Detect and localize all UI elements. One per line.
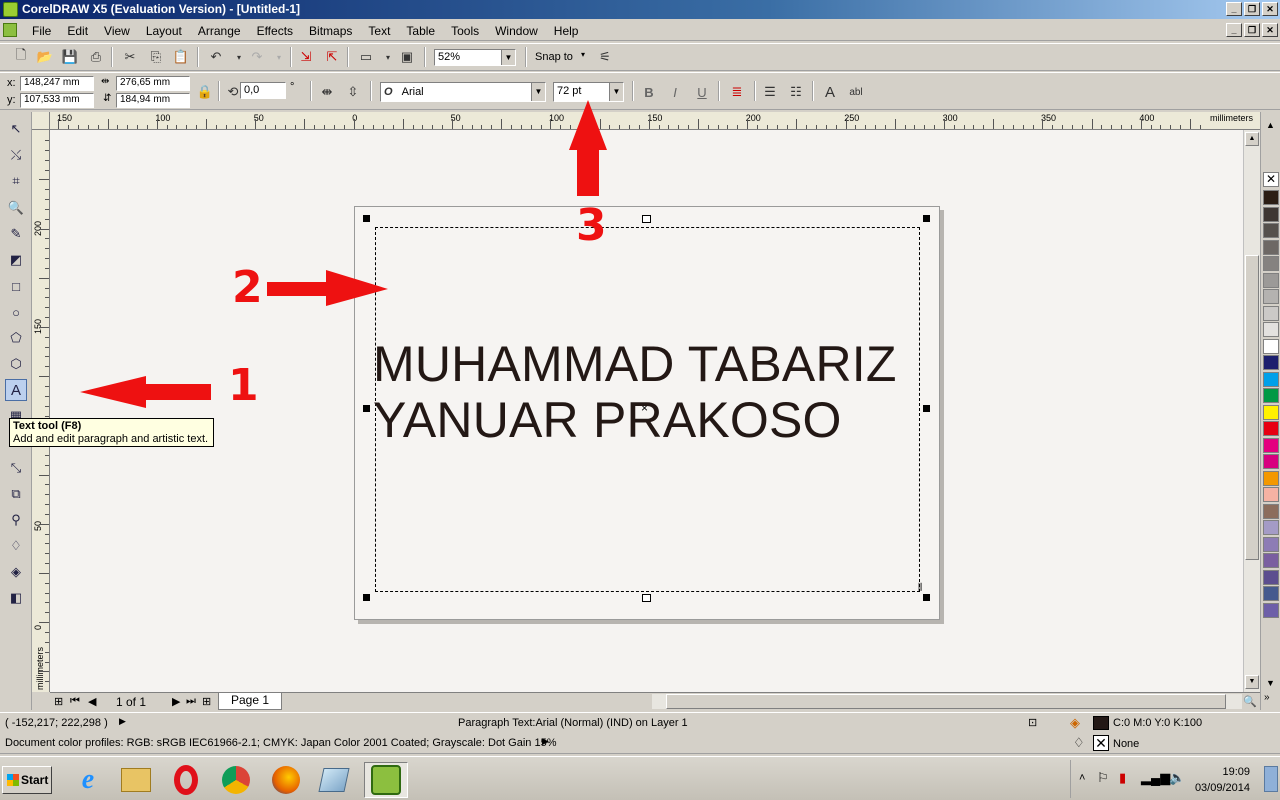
color-swatch[interactable]	[1263, 470, 1279, 486]
start-label: Start	[21, 773, 49, 787]
color-swatch[interactable]	[1263, 256, 1279, 271]
color-swatch[interactable]	[1263, 520, 1279, 535]
color-swatch[interactable]	[1263, 553, 1279, 568]
snap-icon[interactable]: ⊡	[1028, 716, 1037, 729]
coreldraw-taskbar-icon[interactable]	[364, 762, 408, 798]
system-tray: ˄ ⚐ ▮ ▂▄▆ 🔈 19:09 03/09/2014	[1070, 760, 1280, 798]
last-page-icon[interactable]: ⏭	[186, 695, 196, 708]
windows-logo-icon	[7, 774, 19, 786]
color-swatch[interactable]	[1263, 388, 1279, 403]
page-1-tab[interactable]: Page 1	[218, 693, 282, 710]
no-color-swatch[interactable]: ✕	[1263, 172, 1279, 187]
network-signal-icon[interactable]: ▂▄▆	[1141, 770, 1170, 786]
color-swatch[interactable]	[1263, 355, 1279, 370]
profiles-expand-icon[interactable]: ▶	[542, 736, 549, 747]
horizontal-scrollbar[interactable]	[652, 694, 1242, 709]
outline-pen-icon[interactable]: ♢	[1073, 735, 1085, 751]
vertical-scrollbar[interactable]: ▲ ▼	[1243, 130, 1260, 692]
annotation-label-3: 3	[576, 200, 607, 251]
taskbar: Start e ˄ ⚐ ▮ ▂▄▆ 🔈 19:09 03/09/2014	[0, 756, 1280, 800]
file-explorer-icon[interactable]	[114, 762, 158, 798]
palette-flyout-icon[interactable]: »	[1264, 692, 1270, 703]
color-swatch[interactable]	[1263, 602, 1279, 618]
scroll-down-icon[interactable]: ▼	[1245, 675, 1259, 689]
next-page-icon[interactable]: ▶	[172, 695, 180, 708]
color-swatch[interactable]	[1263, 272, 1279, 288]
color-swatch[interactable]	[1263, 190, 1279, 205]
vertical-scroll-thumb[interactable]	[1245, 255, 1259, 560]
notepad-icon[interactable]	[312, 762, 356, 798]
show-desktop-button[interactable]	[1264, 766, 1278, 792]
palette-scroll-up-icon[interactable]: ▲	[1266, 120, 1275, 130]
outline-none-swatch[interactable]: ✕	[1093, 735, 1109, 751]
start-button[interactable]: Start	[2, 766, 52, 794]
color-swatch[interactable]	[1263, 289, 1279, 304]
fill-bucket-icon[interactable]: ◈	[1070, 715, 1080, 731]
action-center-flag-icon[interactable]: ⚐	[1097, 770, 1109, 786]
color-swatch[interactable]	[1263, 454, 1279, 469]
firefox-icon[interactable]	[264, 762, 308, 798]
tooltip-title: Text tool (F8)	[13, 420, 82, 432]
color-swatch[interactable]	[1263, 338, 1279, 354]
selection-info: Paragraph Text:Arial (Normal) (IND) on L…	[458, 717, 688, 729]
previous-page-icon[interactable]: ◀	[88, 695, 96, 708]
volume-icon[interactable]: 🔈	[1169, 770, 1185, 786]
color-swatch[interactable]	[1263, 404, 1279, 420]
color-swatch[interactable]	[1263, 371, 1279, 387]
color-swatch[interactable]	[1263, 322, 1279, 337]
scroll-up-icon[interactable]: ▲	[1245, 132, 1259, 146]
fill-color-swatch[interactable]	[1093, 716, 1109, 730]
page-count: 1 of 1	[116, 695, 147, 709]
color-swatch[interactable]	[1263, 569, 1279, 585]
horizontal-scroll-thumb[interactable]	[666, 694, 1226, 709]
color-swatch[interactable]	[1263, 421, 1279, 436]
color-swatch[interactable]	[1263, 503, 1279, 519]
color-swatch[interactable]	[1263, 239, 1279, 255]
first-page-icon[interactable]: ⏮	[70, 695, 80, 708]
text-tool-tooltip: Text tool (F8) Add and edit paragraph an…	[9, 418, 214, 447]
status-expand-icon[interactable]: ▶	[119, 716, 126, 727]
color-swatch[interactable]	[1263, 305, 1279, 321]
annotation-arrow-3	[569, 100, 607, 196]
clock-date[interactable]: 03/09/2014	[1195, 782, 1250, 794]
color-swatch[interactable]	[1263, 586, 1279, 601]
internet-explorer-icon[interactable]: e	[66, 762, 110, 798]
color-swatch[interactable]	[1263, 487, 1279, 502]
color-swatch[interactable]	[1263, 223, 1279, 238]
annotation-label-2: 2	[232, 262, 263, 313]
show-hidden-icons-icon[interactable]: ˄	[1079, 772, 1085, 784]
annotation-label-1: 1	[228, 360, 259, 411]
tooltip-body: Add and edit paragraph and artistic text…	[13, 433, 209, 445]
color-swatch[interactable]	[1263, 437, 1279, 453]
page-navigator: ⊞ ⏮ ◀ 1 of 1 ▶ ⏭ ⊞ Page 1 🔍	[50, 692, 1260, 710]
annotation-arrow-1	[80, 376, 211, 408]
fill-color-value: C:0 M:0 Y:0 K:100	[1113, 717, 1203, 729]
chrome-icon[interactable]	[214, 762, 258, 798]
add-page-after-icon[interactable]: ⊞	[202, 695, 211, 708]
annotation-overlay	[80, 100, 607, 408]
status-bar: ( -152,217; 222,298 ) ▶ Paragraph Text:A…	[0, 712, 1280, 734]
palette-scroll-down-icon[interactable]: ▼	[1266, 678, 1275, 688]
clock-time[interactable]: 19:09	[1222, 766, 1250, 778]
color-palette: ▲ ✕ ▼ »	[1260, 112, 1280, 710]
add-page-icon[interactable]: ⊞	[54, 695, 63, 708]
status-bar-profiles: Document color profiles: RGB: sRGB IEC61…	[0, 734, 1280, 754]
color-swatch[interactable]	[1263, 536, 1279, 552]
annotation-arrow-2	[267, 270, 388, 306]
color-swatch[interactable]	[1263, 206, 1279, 222]
zoom-navigator-icon[interactable]: 🔍	[1243, 695, 1257, 708]
power-icon[interactable]: ▮	[1119, 770, 1126, 786]
outline-value: None	[1113, 738, 1140, 750]
opera-icon[interactable]	[164, 762, 208, 798]
document-color-profiles[interactable]: Document color profiles: RGB: sRGB IEC61…	[5, 737, 556, 749]
cursor-coordinates: ( -152,217; 222,298 )	[5, 717, 108, 729]
